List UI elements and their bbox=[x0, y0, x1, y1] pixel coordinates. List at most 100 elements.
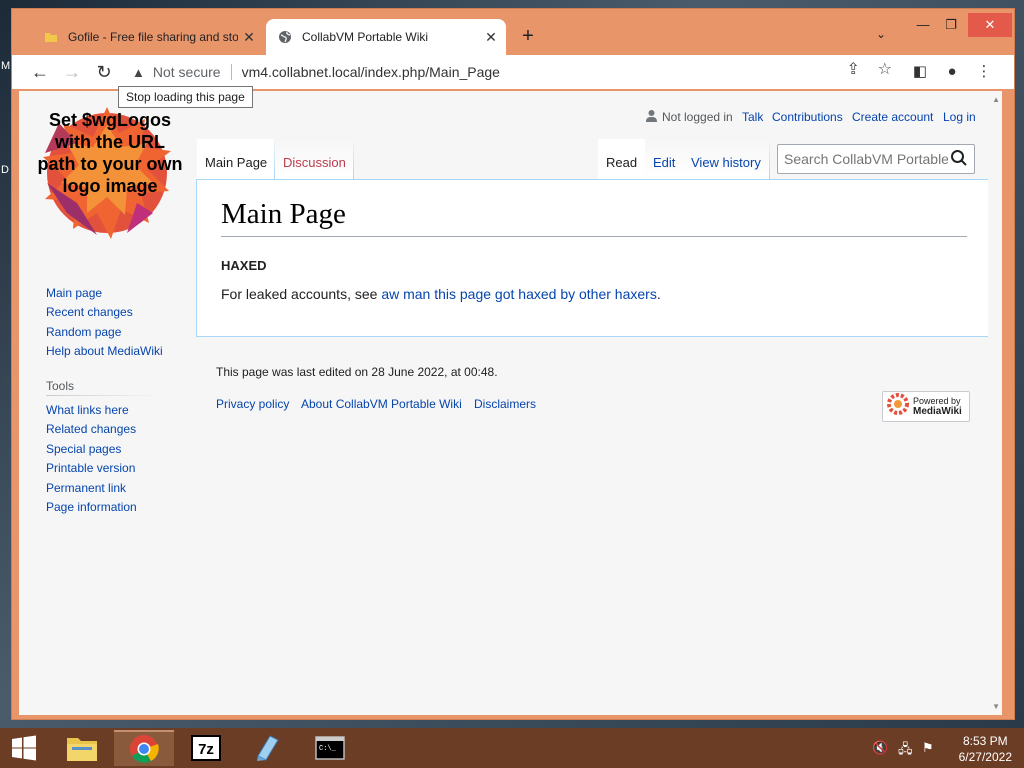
sidebar-item-help[interactable]: Help about MediaWiki bbox=[46, 344, 163, 358]
back-arrow-icon[interactable]: ← bbox=[28, 60, 52, 84]
bold-heading: HAXED bbox=[221, 258, 267, 273]
sidebar-heading-tools: Tools bbox=[46, 379, 75, 393]
close-window-button[interactable]: ✕ bbox=[968, 13, 1012, 37]
mediawiki-flower-icon bbox=[887, 393, 909, 420]
tab-collabvm-wiki[interactable]: CollabVM Portable Wiki ✕ bbox=[266, 19, 506, 55]
taskbar-file-explorer[interactable] bbox=[52, 730, 112, 766]
sidebar-item-printable-version[interactable]: Printable version bbox=[46, 461, 135, 475]
omnibox-actions: ⇪ ☆ bbox=[846, 59, 892, 79]
folder-icon bbox=[44, 30, 58, 44]
terminal-icon: C:\_ bbox=[315, 736, 345, 760]
paragraph-text: For leaked accounts, see bbox=[221, 286, 382, 302]
close-icon[interactable]: ✕ bbox=[480, 29, 502, 46]
share-icon[interactable]: ⇪ bbox=[846, 61, 859, 78]
page-title: Main Page bbox=[221, 198, 346, 230]
privacy-policy-link[interactable]: Privacy policy bbox=[216, 397, 289, 411]
tab-title: Gofile - Free file sharing and stor bbox=[68, 30, 238, 44]
sidebar-item-special-pages[interactable]: Special pages bbox=[46, 442, 121, 456]
about-link[interactable]: About CollabVM Portable Wiki bbox=[301, 397, 462, 411]
taskbar-notepad[interactable] bbox=[238, 730, 298, 766]
create-account-link[interactable]: Create account bbox=[852, 110, 933, 124]
user-icon bbox=[646, 110, 657, 125]
minimize-button[interactable]: — bbox=[908, 13, 938, 37]
disclaimers-link[interactable]: Disclaimers bbox=[474, 397, 536, 411]
network-icon[interactable]: 🖧 bbox=[898, 740, 913, 762]
clock-time: 8:53 PM bbox=[962, 734, 1008, 748]
powered-by-mediawiki-badge[interactable]: Powered by MediaWiki bbox=[882, 391, 970, 422]
tab-strip: Gofile - Free file sharing and stor ✕ Co… bbox=[12, 9, 1014, 55]
volume-muted-icon[interactable]: 🔇 bbox=[872, 740, 888, 756]
tab-view-history[interactable]: View history bbox=[683, 139, 769, 179]
log-in-link[interactable]: Log in bbox=[943, 110, 976, 124]
divider bbox=[221, 236, 967, 237]
not-secure-label[interactable]: Not secure bbox=[153, 64, 221, 80]
7zip-icon: 7z bbox=[191, 735, 221, 761]
url-text[interactable]: vm4.collabnet.local/index.php/Main_Page bbox=[242, 64, 500, 80]
haxers-link[interactable]: aw man this page got haxed by other haxe… bbox=[381, 286, 657, 302]
svg-text:C:\_: C:\_ bbox=[319, 745, 337, 753]
tab-divider bbox=[769, 139, 770, 179]
last-edited-info: This page was last edited on 28 June 202… bbox=[216, 365, 498, 379]
browser-toolbar: ← → ↻ ▲ Not secure vm4.collabnet.local/i… bbox=[12, 55, 1014, 89]
search-input[interactable] bbox=[778, 145, 948, 173]
windows-logo-icon bbox=[12, 735, 36, 761]
tab-gofile[interactable]: Gofile - Free file sharing and stor ✕ bbox=[36, 19, 264, 55]
not-logged-in-label: Not logged in bbox=[662, 110, 733, 124]
sidebar-item-what-links-here[interactable]: What links here bbox=[46, 403, 129, 417]
powered-by-text: Powered by MediaWiki bbox=[913, 396, 962, 417]
browser-window: Gofile - Free file sharing and stor ✕ Co… bbox=[11, 8, 1015, 720]
body-paragraph: For leaked accounts, see aw man this pag… bbox=[221, 286, 661, 302]
sidebar-item-permanent-link[interactable]: Permanent link bbox=[46, 481, 126, 495]
mediawiki-label: MediaWiki bbox=[913, 406, 962, 417]
sidebar-item-page-information[interactable]: Page information bbox=[46, 500, 137, 514]
scroll-up-arrow-icon[interactable]: ▲ bbox=[992, 95, 1000, 104]
tab-read[interactable]: Read bbox=[598, 139, 646, 179]
search-icon[interactable] bbox=[950, 149, 968, 172]
taskbar: 7z C:\_ 🔇 🖧 ⚑ 8:53 PM 6/27/2022 bbox=[0, 728, 1024, 768]
scroll-down-arrow-icon[interactable]: ▼ bbox=[992, 702, 1000, 711]
separator bbox=[230, 64, 232, 80]
taskbar-command-prompt[interactable]: C:\_ bbox=[300, 730, 360, 766]
sidebar-item-random-page[interactable]: Random page bbox=[46, 325, 121, 339]
chrome-icon bbox=[130, 735, 159, 763]
talk-link[interactable]: Talk bbox=[742, 110, 763, 124]
tab-edit[interactable]: Edit bbox=[645, 139, 684, 179]
globe-icon bbox=[278, 30, 292, 44]
reload-icon[interactable]: ↻ bbox=[92, 60, 116, 84]
profile-avatar-icon[interactable]: ● bbox=[940, 60, 964, 84]
content-area: Main Page HAXED For leaked accounts, see… bbox=[196, 179, 991, 337]
tab-divider bbox=[353, 139, 354, 179]
tab-discussion[interactable]: Discussion bbox=[275, 139, 354, 179]
tab-title: CollabVM Portable Wiki bbox=[302, 30, 429, 44]
powered-by-label: Powered by bbox=[913, 396, 961, 406]
folder-icon bbox=[67, 738, 97, 761]
search-box[interactable] bbox=[777, 144, 975, 174]
sidebar-item-main-page[interactable]: Main page bbox=[46, 286, 102, 300]
forward-arrow-icon[interactable]: → bbox=[60, 60, 84, 84]
sidebar-item-recent-changes[interactable]: Recent changes bbox=[46, 305, 133, 319]
notepad-icon bbox=[257, 735, 279, 761]
new-tab-button[interactable]: + bbox=[516, 25, 540, 48]
action-center-flag-icon[interactable]: ⚑ bbox=[922, 740, 934, 756]
svg-text:7z: 7z bbox=[198, 741, 214, 758]
maximize-button[interactable]: ❐ bbox=[936, 13, 966, 37]
menu-dots-icon[interactable]: ⋮ bbox=[972, 60, 996, 84]
taskbar-clock[interactable]: 8:53 PM 6/27/2022 bbox=[959, 733, 1012, 765]
side-panel-icon[interactable]: ◧ bbox=[908, 60, 932, 84]
tab-main-page[interactable]: Main Page bbox=[197, 139, 276, 179]
bookmark-star-icon[interactable]: ☆ bbox=[878, 61, 892, 78]
contributions-link[interactable]: Contributions bbox=[772, 110, 843, 124]
start-button[interactable] bbox=[2, 730, 46, 766]
close-icon[interactable]: ✕ bbox=[238, 29, 260, 46]
vertical-scrollbar[interactable]: ▲ ▼ bbox=[988, 91, 1002, 715]
desktop-icon-label-d: D bbox=[1, 164, 9, 176]
page-viewport: Set $wgLogos with the URL path to your o… bbox=[19, 91, 1002, 715]
logo-placeholder-text: Set $wgLogos with the URL path to your o… bbox=[37, 110, 183, 196]
chevron-down-icon[interactable]: ⌄ bbox=[876, 27, 886, 41]
warning-icon[interactable]: ▲ bbox=[132, 65, 145, 80]
address-bar[interactable]: ▲ Not secure vm4.collabnet.local/index.p… bbox=[132, 59, 892, 85]
taskbar-7zip[interactable]: 7z bbox=[176, 730, 236, 766]
taskbar-chrome[interactable] bbox=[114, 730, 174, 766]
desktop-icon-label-m: M bbox=[1, 60, 11, 72]
sidebar-item-related-changes[interactable]: Related changes bbox=[46, 422, 136, 436]
